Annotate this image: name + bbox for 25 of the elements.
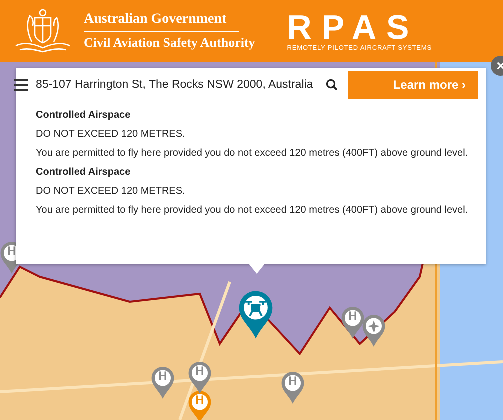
government-name: Australian Government bbox=[84, 12, 239, 32]
logo-text: RPAS bbox=[287, 10, 420, 44]
airspace-title: Controlled Airspace bbox=[36, 110, 132, 121]
address-field[interactable]: 85-107 Harrington St, The Rocks NSW 2000, Australia bbox=[36, 79, 322, 91]
search-icon[interactable] bbox=[326, 79, 338, 91]
helipad-label: H bbox=[348, 309, 358, 323]
helipad-label: H bbox=[194, 393, 206, 407]
airspace-title: Controlled Airspace bbox=[36, 167, 132, 178]
map-pin-icon[interactable] bbox=[281, 371, 305, 405]
map-pin-icon[interactable] bbox=[151, 366, 175, 400]
airspace-description: You are permitted to fly here provided you do not exceed 120 metres (400FT) above ground level. bbox=[36, 148, 470, 159]
drone-pin-icon[interactable] bbox=[238, 290, 274, 340]
menu-icon bbox=[14, 79, 28, 91]
helipad-label: H bbox=[158, 369, 168, 383]
map-pin-icon[interactable] bbox=[188, 361, 212, 395]
airspace-description: You are permitted to fly here provided you do not exceed 120 metres (400FT) above ground level. bbox=[36, 205, 470, 216]
helipad-label: H bbox=[194, 364, 206, 378]
map-pin-icon[interactable] bbox=[341, 306, 365, 340]
helipad-label: H bbox=[288, 374, 298, 388]
height-limit-text: DO NOT EXCEED 120 METRES. bbox=[36, 186, 186, 197]
helipad-label: H bbox=[6, 244, 18, 258]
height-limit-text: DO NOT EXCEED 120 METRES. bbox=[36, 129, 186, 140]
agency-name: Civil Aviation Safety Authority bbox=[84, 34, 256, 50]
close-icon bbox=[497, 62, 503, 70]
aircraft-pin-icon[interactable] bbox=[362, 314, 386, 348]
